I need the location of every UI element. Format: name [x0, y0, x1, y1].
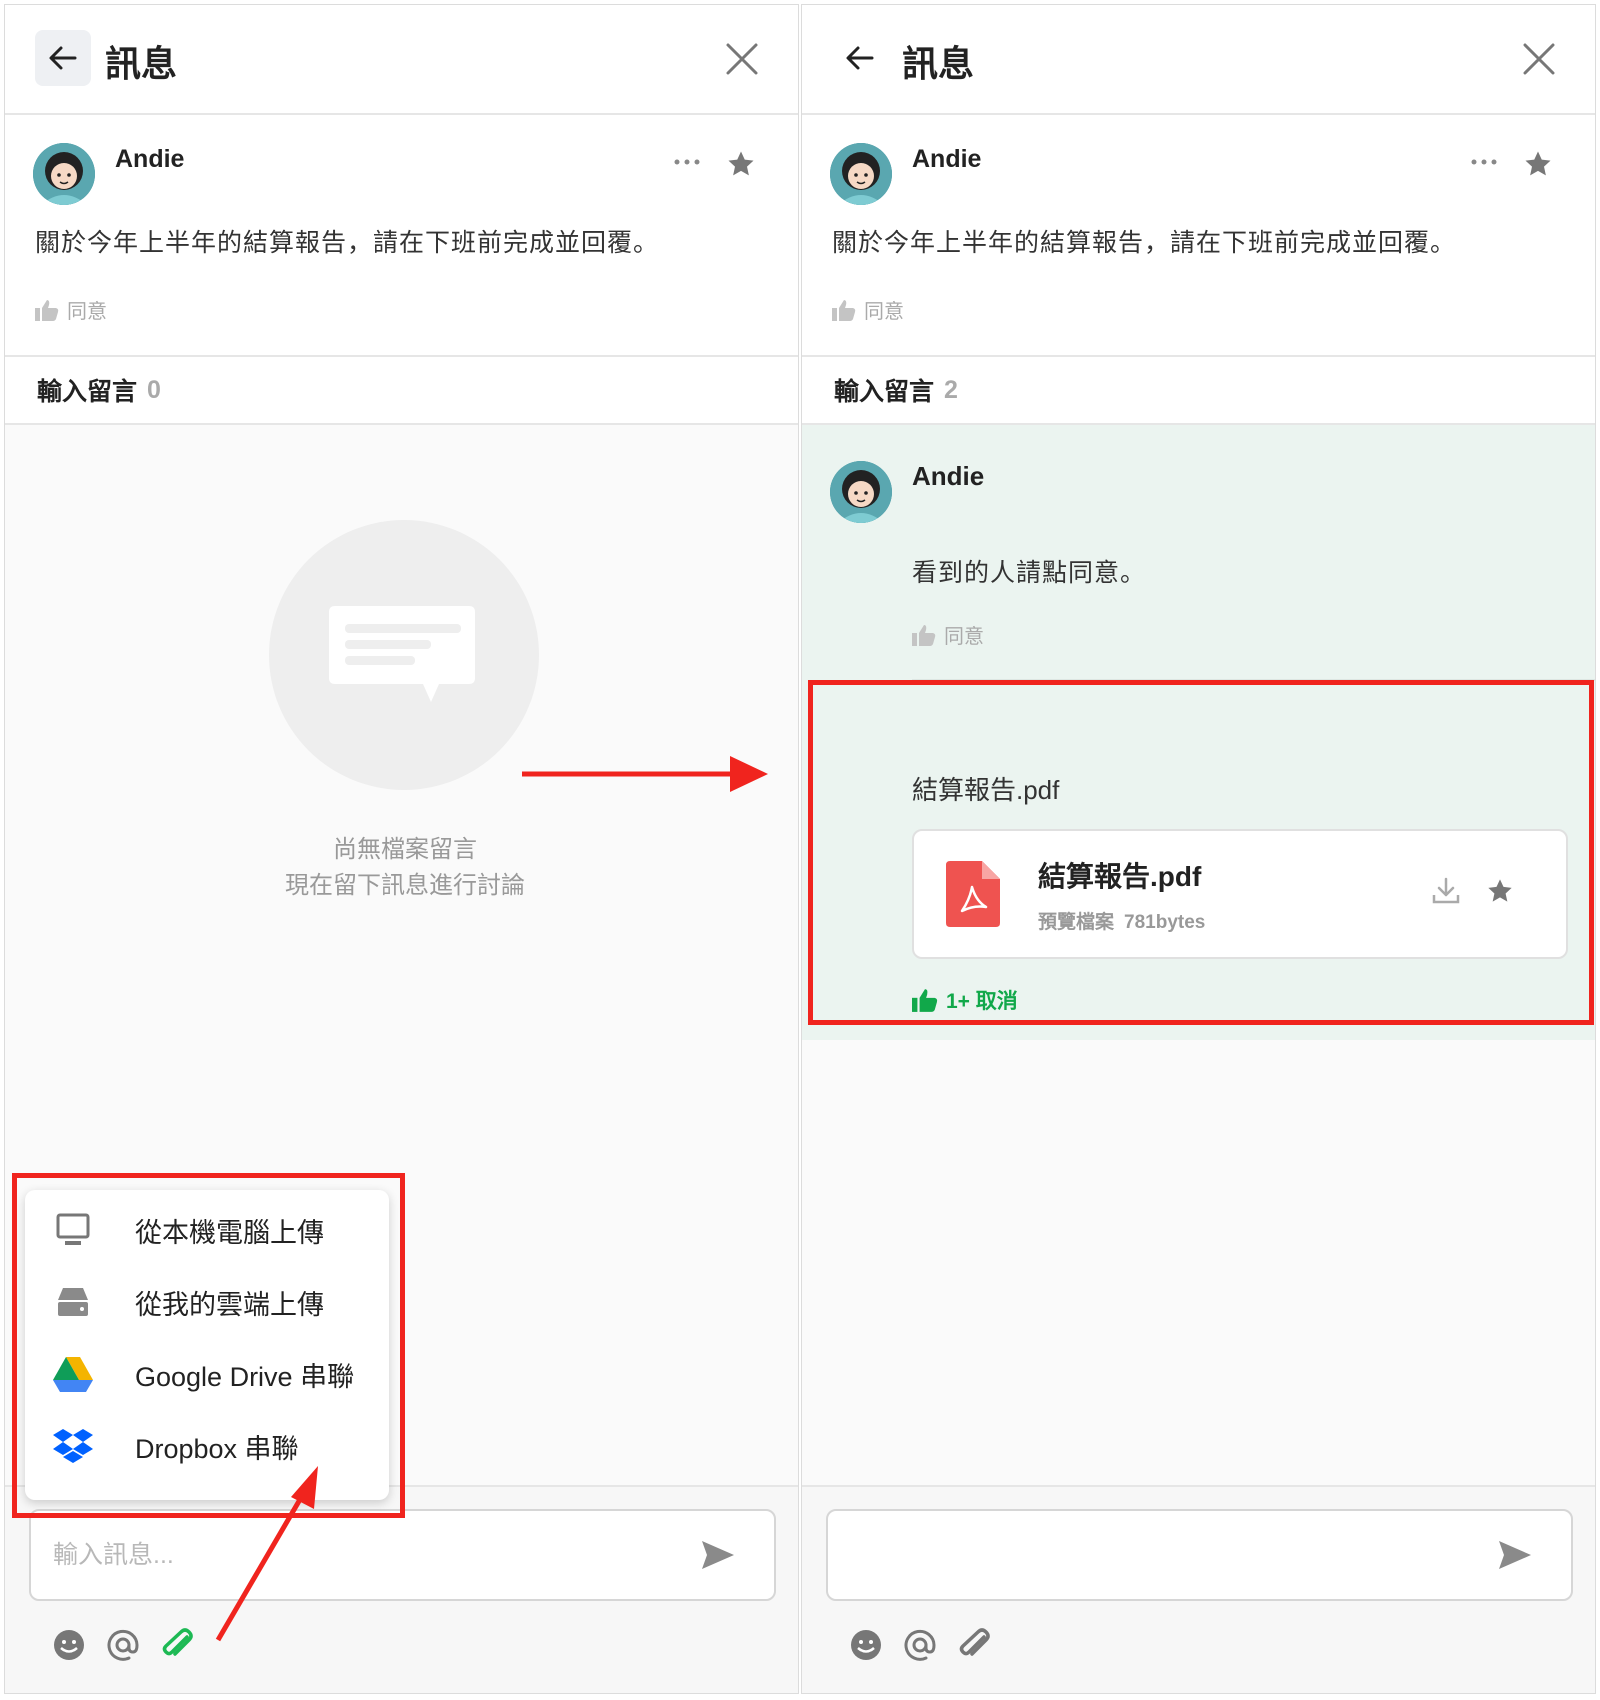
empty-state-title: 尚無檔案留言 [333, 836, 477, 863]
composer-area [802, 1485, 1595, 1693]
comment-count: 0 [147, 375, 161, 404]
back-button[interactable] [832, 30, 888, 86]
paperclip-icon[interactable] [956, 1627, 992, 1663]
comment-header: 輸入留言 2 [802, 357, 1595, 425]
mention-icon[interactable] [105, 1627, 141, 1663]
more-icon[interactable] [1469, 155, 1499, 169]
comment-count: 2 [944, 375, 958, 404]
page-title: 訊息 [902, 43, 975, 84]
like-label: 同意 [944, 626, 984, 648]
comment-text: 看到的人請點同意。 [912, 559, 1147, 587]
emoji-icon[interactable] [51, 1627, 87, 1663]
panel-header: 訊息 [5, 5, 798, 115]
back-button[interactable] [35, 30, 91, 86]
star-icon[interactable] [1523, 149, 1553, 179]
message-composer [826, 1509, 1573, 1601]
panel-header: 訊息 [802, 5, 1595, 115]
message-input[interactable] [848, 1529, 1412, 1581]
more-icon[interactable] [672, 155, 702, 169]
comment-author: Andie [912, 461, 985, 491]
post-card: Andie 關於今年上半年的結算報告，請在下班前完成並回覆。 同意 [802, 115, 1595, 357]
thumbs-up-icon [832, 299, 856, 321]
highlight-box [12, 1173, 405, 1518]
comment-label: 輸入留言 [834, 378, 935, 406]
comment-label: 輸入留言 [37, 378, 138, 406]
like-button[interactable]: 同意 [35, 295, 107, 324]
avatar[interactable] [830, 143, 892, 205]
empty-state-illustration [269, 520, 539, 790]
thumbs-up-icon [35, 299, 59, 321]
post-text: 關於今年上半年的結算報告，請在下班前完成並回覆。 [832, 229, 1457, 257]
send-icon[interactable] [698, 1535, 738, 1575]
avatar[interactable] [830, 461, 892, 523]
like-label: 同意 [864, 301, 904, 323]
close-icon[interactable] [1519, 39, 1559, 79]
star-icon[interactable] [726, 149, 756, 179]
emoji-icon[interactable] [848, 1627, 884, 1663]
page-title: 訊息 [105, 43, 178, 84]
like-button[interactable]: 同意 [912, 620, 984, 649]
like-label: 同意 [67, 301, 107, 323]
comment-header: 輸入留言 0 [5, 357, 798, 425]
thumbs-up-icon [912, 624, 936, 646]
empty-state-subtitle: 現在留下訊息進行討論 [285, 872, 525, 899]
post-card: Andie 關於今年上半年的結算報告，請在下班前完成並回覆。 同意 [5, 115, 798, 357]
highlight-box [808, 680, 1594, 1025]
post-author: Andie [912, 145, 982, 173]
mention-icon[interactable] [902, 1627, 938, 1663]
chat-bubble-icon [329, 606, 475, 702]
post-text: 關於今年上半年的結算報告，請在下班前完成並回覆。 [35, 229, 660, 257]
arrow-left-icon [846, 46, 874, 70]
send-icon[interactable] [1495, 1535, 1535, 1575]
avatar[interactable] [33, 143, 95, 205]
like-button[interactable]: 同意 [832, 295, 904, 324]
paperclip-icon[interactable] [159, 1627, 195, 1663]
post-author: Andie [115, 145, 185, 173]
message-composer [29, 1509, 776, 1601]
close-icon[interactable] [722, 39, 762, 79]
arrow-left-icon [49, 46, 77, 70]
message-input[interactable] [51, 1529, 615, 1581]
